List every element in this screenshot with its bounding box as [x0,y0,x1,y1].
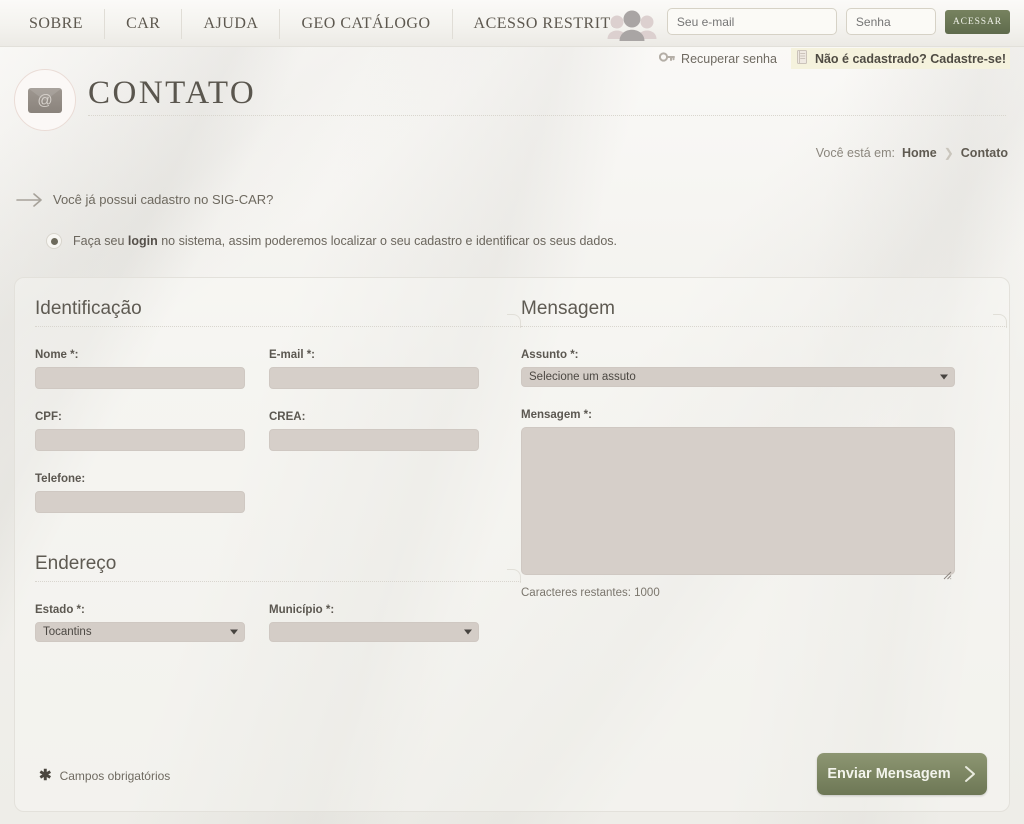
address-heading: Endereço [35,553,521,583]
arrow-right-icon [16,192,44,207]
mensagem-field: Mensagem *: Caracteres restantes: 1000 [521,409,955,599]
page-title-row: @ CONTATO [0,69,1024,139]
message-column: Mensagem Assunto *: Selecione um assuto [521,298,1007,642]
notebook-icon [795,49,809,68]
nome-field: Nome *: [35,349,245,389]
breadcrumb-current: Contato [960,146,1008,160]
municipio-select[interactable] [269,622,479,642]
assunto-value: Selecione um assuto [529,371,636,383]
send-message-label: Enviar Mensagem [827,766,951,782]
nav-sobre[interactable]: SOBRE [8,8,106,39]
telefone-row: Telefone: [35,473,503,513]
telefone-label: Telefone: [35,473,86,485]
assunto-row: Assunto *: Selecione um assuto [521,349,989,387]
login-password-input[interactable] [845,8,936,35]
municipio-field: Município *: [269,604,479,642]
login-prompt-option[interactable]: Faça seu login no sistema, assim poderem… [46,233,1024,249]
section-rule-cap [507,569,521,583]
recover-password-label: Recuperar senha [681,51,777,66]
estado-field: Estado *: Tocantins [35,604,245,642]
assunto-label: Assunto *: [521,349,579,361]
cpf-label: CPF: [35,411,62,423]
message-heading: Mensagem [521,298,1007,328]
identification-heading: Identificação [35,298,521,328]
mensagem-textarea-wrapper [521,427,955,580]
nome-label: Nome *: [35,349,79,361]
register-link[interactable]: Não é cadastrado? Cadastre-se! [790,48,1010,69]
form-columns: Identificação Nome *: E-mail *: CPF: CRE… [15,278,1009,642]
page-title: CONTATO [88,75,257,111]
login-prompt-radio[interactable] [46,233,62,249]
cpf-crea-row: CPF: CREA: [35,411,503,451]
estado-value: Tocantins [43,626,92,638]
section-rule-cap [507,314,521,328]
nav-geo-catalogo[interactable]: GEO CATÁLOGO [280,8,453,39]
email-label: E-mail *: [269,349,316,361]
chevron-right-icon [963,765,977,783]
login-box: ACESSAR [605,8,1010,44]
key-icon [658,50,676,67]
login-prompt-question-row: Você já possui cadastro no SIG-CAR? [16,192,1024,207]
crea-label: CREA: [269,411,306,423]
chevron-down-icon [230,629,238,635]
contact-envelope-icon: @ [14,69,76,131]
contact-form-panel: Identificação Nome *: E-mail *: CPF: CRE… [14,277,1010,812]
chevron-down-icon [464,629,472,635]
telefone-field: Telefone: [35,473,245,513]
breadcrumb-home[interactable]: Home [902,146,937,160]
assunto-field: Assunto *: Selecione um assuto [521,349,955,387]
estado-municipio-row: Estado *: Tocantins Município *: [35,604,503,642]
asterisk-icon: ✱ [39,767,52,784]
email-input[interactable] [269,367,479,389]
nav-car[interactable]: CAR [105,8,183,39]
form-footer: ✱ Campos obrigatórios Enviar Mensagem [15,729,1009,811]
estado-select[interactable]: Tocantins [35,622,245,642]
at-glyph: @ [37,91,53,109]
character-counter: Caracteres restantes: 1000 [521,587,660,599]
login-email-input[interactable] [666,8,837,35]
identification-column: Identificação Nome *: E-mail *: CPF: CRE… [35,298,521,642]
login-prompt-option-text: Faça seu login no sistema, assim poderem… [73,234,617,248]
email-field: E-mail *: [269,349,479,389]
option-bold: login [127,234,158,248]
required-fields-note: ✱ Campos obrigatórios [39,768,170,783]
nome-email-row: Nome *: E-mail *: [35,349,503,389]
top-bar: SOBRE CAR AJUDA GEO CATÁLOGO ACESSO REST… [0,0,1024,69]
login-prompt-question: Você já possui cadastro no SIG-CAR? [53,192,274,207]
chevron-right-icon: ❯ [943,146,954,160]
login-prompt: Você já possui cadastro no SIG-CAR? Faça… [0,192,1024,249]
crea-input[interactable] [269,429,479,451]
chevron-down-icon [940,374,948,380]
crea-field: CREA: [269,411,479,451]
mensagem-textarea[interactable] [521,427,955,575]
send-message-button[interactable]: Enviar Mensagem [817,753,987,795]
contact-page: SOBRE CAR AJUDA GEO CATÁLOGO ACESSO REST… [0,0,1024,824]
recover-password-link[interactable]: Recuperar senha [658,50,777,67]
nav-ajuda[interactable]: AJUDA [182,8,281,39]
cpf-field: CPF: [35,411,245,451]
register-label: Não é cadastrado? Cadastre-se! [814,51,1006,66]
mensagem-label: Mensagem *: [521,409,592,421]
option-post: no sistema, assim poderemos localizar o … [157,234,618,248]
required-fields-label: Campos obrigatórios [59,768,171,783]
assunto-select[interactable]: Selecione um assuto [521,367,955,387]
login-fields: ACESSAR [666,8,1010,35]
estado-label: Estado *: [35,604,85,616]
municipio-label: Município *: [269,604,335,616]
section-rule-cap [993,314,1007,328]
telefone-input[interactable] [35,491,245,513]
cpf-input[interactable] [35,429,245,451]
breadcrumb-prefix: Você está em: [815,146,895,160]
title-divider [88,115,1006,116]
option-pre: Faça seu [73,234,128,248]
people-group-icon [605,8,659,44]
mensagem-row: Mensagem *: Caracteres restantes: 1000 [521,409,989,599]
login-submit-button[interactable]: ACESSAR [944,9,1010,34]
breadcrumb: Você está em: Home ❯ Contato [816,146,1008,160]
nome-input[interactable] [35,367,245,389]
login-sublinks: Recuperar senha Não é cadastrado? Cadast… [658,48,1010,69]
